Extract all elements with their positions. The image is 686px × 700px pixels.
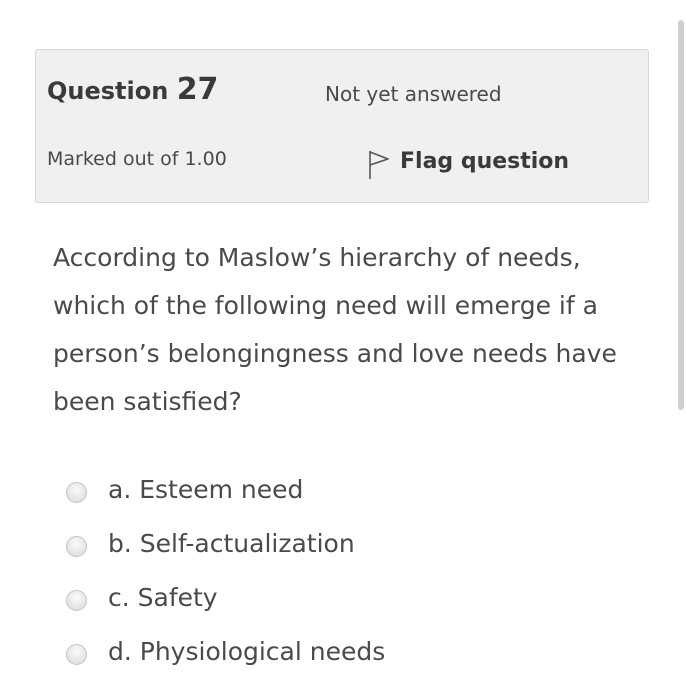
radio-button[interactable] xyxy=(66,643,87,665)
answer-option-b[interactable]: b. Self-actualization xyxy=(66,516,626,570)
question-state: Not yet answered xyxy=(325,82,502,106)
flag-icon xyxy=(369,151,389,179)
answer-option-a[interactable]: a. Esteem need xyxy=(66,462,626,516)
question-info-box: Question 27 Not yet answered Marked out … xyxy=(35,49,649,203)
answer-option-d[interactable]: d. Physiological needs xyxy=(66,624,626,678)
question-title-prefix: Question xyxy=(47,77,169,105)
answer-label: b. Self-actualization xyxy=(108,528,355,558)
question-title: Question 27 xyxy=(47,72,218,107)
question-number: 27 xyxy=(176,72,219,107)
answer-label: d. Physiological needs xyxy=(108,636,386,666)
answer-label: a. Esteem need xyxy=(108,474,304,504)
answer-label: c. Safety xyxy=(108,582,218,612)
radio-button[interactable] xyxy=(66,589,87,611)
answer-options: a. Esteem need b. Self-actualization c. … xyxy=(66,462,626,678)
radio-button[interactable] xyxy=(66,535,87,557)
scrollbar[interactable] xyxy=(678,20,684,410)
flag-question-label: Flag question xyxy=(400,148,570,174)
flag-question-button[interactable]: Flag question xyxy=(367,144,570,179)
question-text: According to Maslow’s hierarchy of needs… xyxy=(53,243,617,416)
radio-button[interactable] xyxy=(66,481,87,503)
answer-option-c[interactable]: c. Safety xyxy=(66,570,626,624)
question-grade: Marked out of 1.00 xyxy=(47,148,227,170)
